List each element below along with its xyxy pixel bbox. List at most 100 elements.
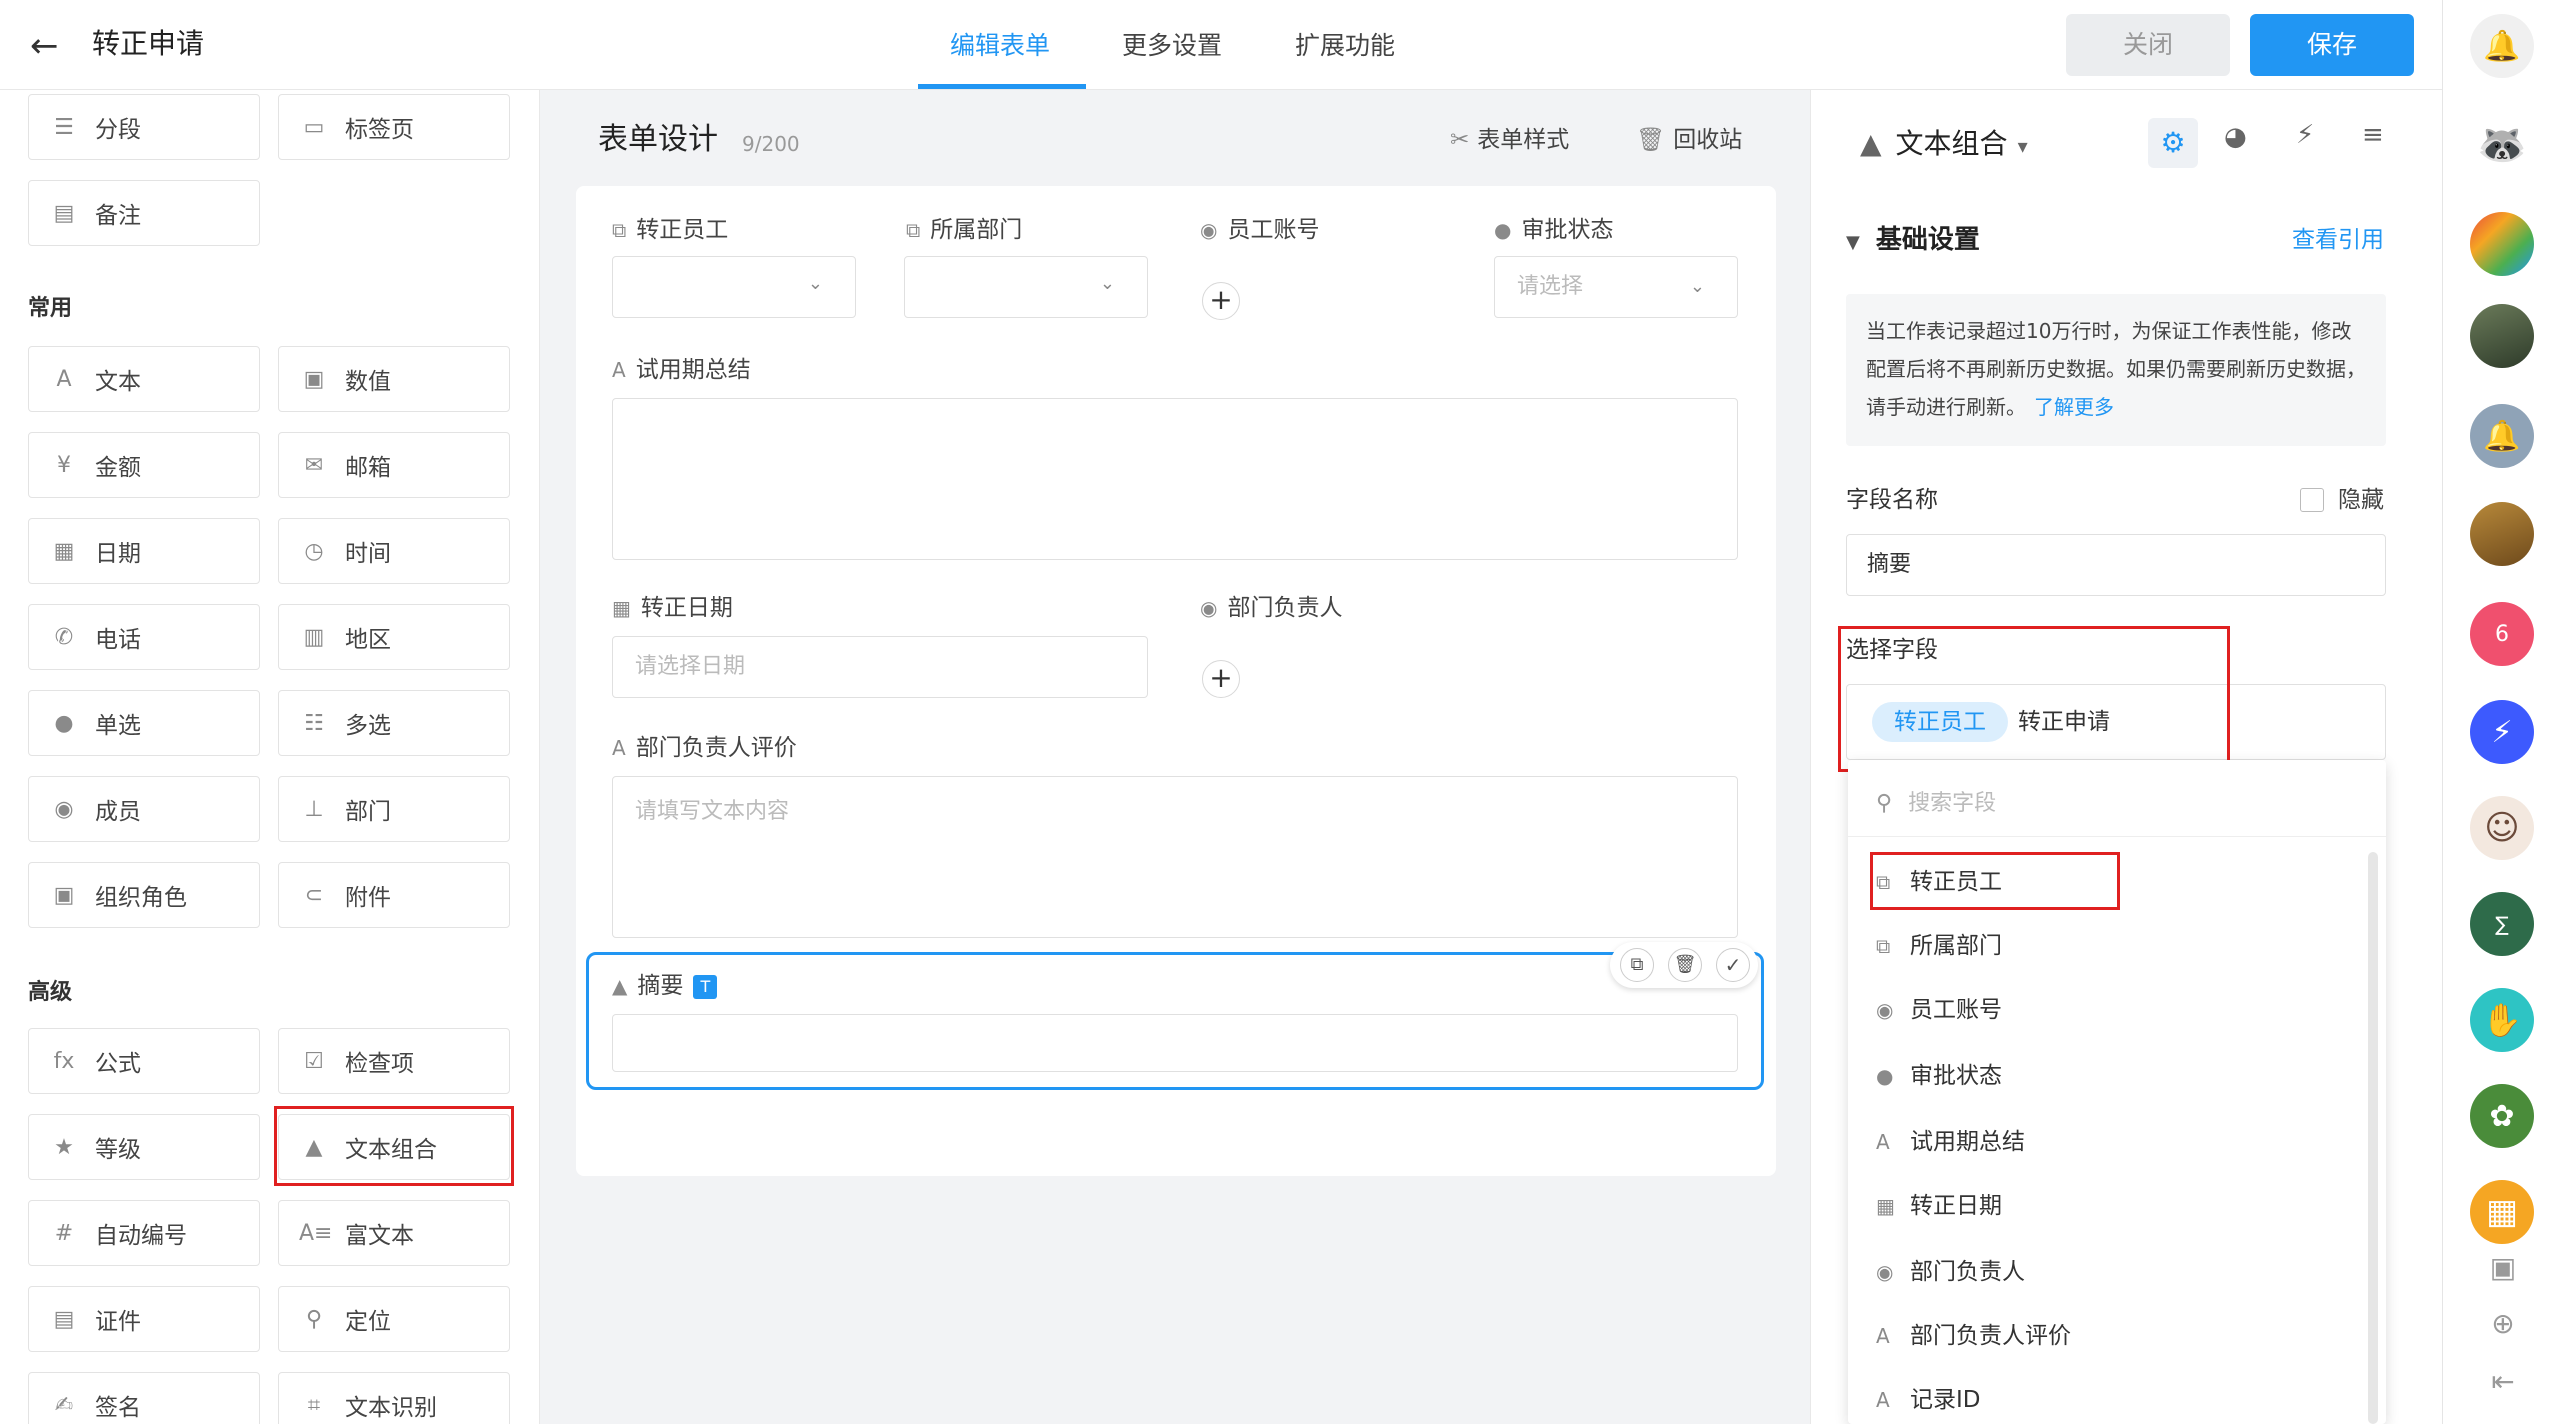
text-icon: A (1876, 1388, 1890, 1412)
calendar-app-icon[interactable]: 6 (2470, 602, 2534, 666)
field-search-input[interactable]: ⚲ 搜索字段 (1876, 784, 1996, 824)
copy-icon[interactable]: ⧉ (1620, 948, 1654, 982)
id-card-icon: ▤ (53, 1306, 75, 1332)
field-label-account[interactable]: ◉ 员工账号 (1200, 214, 1319, 246)
recycle-bin-button[interactable]: 🗑 回收站 (1636, 122, 1742, 158)
delete-icon[interactable]: 🗑 (1668, 948, 1702, 982)
palette-item-member[interactable]: ◉ 成员 (28, 776, 260, 842)
palette-item-department[interactable]: ⊥ 部门 (278, 776, 510, 842)
palette-item-region[interactable]: ▥ 地区 (278, 604, 510, 670)
dropdown-item[interactable]: ◉ 部门负责人 (1876, 1252, 2276, 1292)
close-button[interactable]: 关闭 (2066, 14, 2230, 76)
department-select[interactable]: ⌄ (904, 256, 1148, 318)
chalkboard-avatar-icon[interactable]: ∑ (2470, 892, 2534, 956)
palette-item-auto-number[interactable]: # 自动编号 (28, 1200, 260, 1266)
abstract-input[interactable] (612, 1014, 1738, 1072)
employee-select[interactable]: ⌄ (612, 256, 856, 318)
dropdown-item[interactable]: ⧉ 所属部门 (1876, 926, 2276, 966)
dropdown-item[interactable]: ● 审批状态 (1876, 1056, 2276, 1096)
palette-icon[interactable]: ◕ (2224, 122, 2247, 152)
dropdown-item[interactable]: A 记录ID (1876, 1380, 2276, 1420)
save-button[interactable]: 保存 (2250, 14, 2414, 76)
field-label-review[interactable]: A 部门负责人评价 (612, 732, 797, 764)
palette-item-phone[interactable]: ✆ 电话 (28, 604, 260, 670)
palette-item-date[interactable]: ▦ 日期 (28, 518, 260, 584)
date-picker[interactable]: 请选择日期 (612, 636, 1148, 698)
field-label-employee[interactable]: ⧉ 转正员工 (612, 214, 728, 246)
palette-item-attachment[interactable]: ⊂ 附件 (278, 862, 510, 928)
add-account-button[interactable]: + (1202, 282, 1240, 320)
dropdown-item[interactable]: ▦ 转正日期 (1876, 1186, 2276, 1226)
palette-item-time[interactable]: ◷ 时间 (278, 518, 510, 584)
palette-item-note[interactable]: ▤ 备注 (28, 180, 260, 246)
add-circle-icon[interactable]: ⊕ (2483, 1304, 2523, 1344)
palette-item-id-document[interactable]: ▤ 证件 (28, 1286, 260, 1352)
palette-item-org-role[interactable]: ▣ 组织角色 (28, 862, 260, 928)
dropdown-item[interactable]: ◉ 员工账号 (1876, 990, 2276, 1030)
collapse-icon[interactable]: ⇤ (2483, 1362, 2523, 1402)
garden-avatar-icon[interactable]: ✿ (2470, 1084, 2534, 1148)
field-label-department[interactable]: ⧉ 所属部门 (906, 214, 1022, 246)
raccoon-avatar-icon[interactable]: 🦝 (2470, 112, 2534, 176)
caret-down-icon: ▾ (2017, 134, 2028, 158)
field-label-status[interactable]: ● 审批状态 (1494, 214, 1613, 246)
palette-item-formula[interactable]: fx 公式 (28, 1028, 260, 1094)
forest-avatar-icon[interactable] (2470, 304, 2534, 368)
note-icon: ▤ (53, 200, 75, 226)
palette-item-email[interactable]: ✉ 邮箱 (278, 432, 510, 498)
leopard-avatar-icon[interactable] (2470, 502, 2534, 566)
palette-item-rich-text[interactable]: A≡ 富文本 (278, 1200, 510, 1266)
form-style-button[interactable]: ✂ 表单样式 (1450, 122, 1569, 158)
tab-more-settings[interactable]: 更多设置 (1122, 28, 1222, 64)
team-avatar-icon[interactable] (2470, 212, 2534, 276)
palette-item-tabpage[interactable]: ▭ 标签页 (278, 94, 510, 160)
dropdown-item[interactable]: A 部门负责人评价 (1876, 1316, 2276, 1356)
status-select[interactable]: 请选择 ⌄ (1494, 256, 1738, 318)
hide-checkbox[interactable] (2300, 488, 2324, 512)
hands-avatar-icon[interactable]: ✋ (2470, 988, 2534, 1052)
field-label-date[interactable]: ▦ 转正日期 (612, 592, 733, 624)
grid-app-icon[interactable]: ▦ (2470, 1180, 2534, 1244)
tab-edit-form[interactable]: 编辑表单 (950, 28, 1050, 64)
view-references-link[interactable]: 查看引用 (2292, 224, 2384, 256)
dropdown-divider (1848, 836, 2386, 837)
add-manager-button[interactable]: + (1202, 660, 1240, 698)
palette-item-amount[interactable]: ¥ 金额 (28, 432, 260, 498)
tab-icon: ▭ (303, 114, 325, 140)
palette-item-text[interactable]: A 文本 (28, 346, 260, 412)
text-type-badge: T (693, 974, 718, 999)
sort-icon[interactable]: ≡ (2362, 120, 2384, 150)
settings-gear-icon[interactable]: ⚙ (2148, 118, 2198, 168)
check-icon[interactable]: ✓ (1716, 948, 1750, 982)
tab-extensions[interactable]: 扩展功能 (1295, 28, 1395, 64)
field-label-summary[interactable]: A 试用期总结 (612, 354, 751, 386)
field-name-input[interactable]: 摘要 (1846, 534, 2386, 596)
basic-settings-header[interactable]: ▼ 基础设置 (1846, 222, 1980, 261)
palette-item-single-select[interactable]: ● 单选 (28, 690, 260, 756)
map-icon: ▥ (303, 624, 325, 650)
palette-item-section[interactable]: ☰ 分段 (28, 94, 260, 160)
back-arrow-icon[interactable]: ← (30, 26, 70, 66)
radio-icon: ● (54, 710, 74, 736)
dropdown-scrollbar[interactable] (2368, 852, 2378, 1424)
learn-more-link[interactable]: 了解更多 (2034, 395, 2114, 419)
highlight-text-combine (274, 1106, 514, 1186)
palette-item-number[interactable]: ▣ 数值 (278, 346, 510, 412)
palette-item-rating[interactable]: ★ 等级 (28, 1114, 260, 1180)
palette-item-location[interactable]: ⚲ 定位 (278, 1286, 510, 1352)
palette-item-signature[interactable]: ✍ 签名 (28, 1372, 260, 1424)
palette-item-multi-select[interactable]: ☷ 多选 (278, 690, 510, 756)
summary-textarea[interactable] (612, 398, 1738, 560)
palette-item-ocr[interactable]: ⌗ 文本识别 (278, 1372, 510, 1424)
field-type-selector[interactable]: ▲ 文本组合 ▾ (1860, 124, 2028, 166)
palette-item-checkbox[interactable]: ☑ 检查项 (278, 1028, 510, 1094)
field-label-manager[interactable]: ◉ 部门负责人 (1200, 592, 1342, 624)
contacts-icon[interactable]: ▣ (2483, 1248, 2523, 1288)
dropdown-item[interactable]: A 试用期总结 (1876, 1122, 2276, 1162)
person-avatar-icon[interactable]: ☺ (2470, 796, 2534, 860)
bell-app-icon[interactable]: 🔔 (2470, 404, 2534, 468)
lightning-icon[interactable]: ⚡ (2296, 120, 2314, 150)
lightning-app-icon[interactable]: ⚡ (2470, 700, 2534, 764)
review-textarea[interactable]: 请填写文本内容 (612, 776, 1738, 938)
bell-icon[interactable]: 🔔 (2470, 14, 2534, 78)
